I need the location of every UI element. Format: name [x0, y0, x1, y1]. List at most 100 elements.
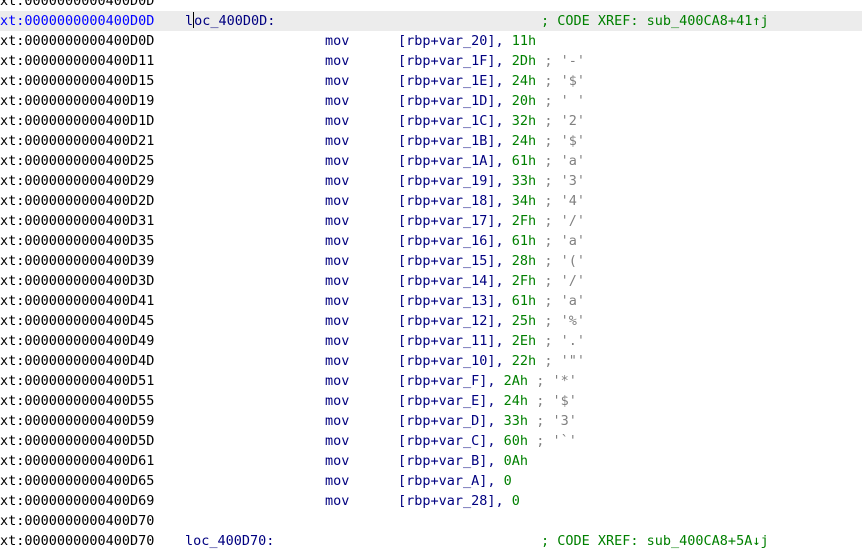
mnemonic[interactable]: mov: [325, 391, 349, 411]
memory-operand[interactable]: [rbp+var_17],: [398, 213, 512, 229]
address[interactable]: xt:0000000000400D0D: [0, 11, 154, 31]
mnemonic[interactable]: mov: [325, 91, 349, 111]
memory-operand[interactable]: [rbp+var_F],: [398, 373, 504, 389]
memory-operand[interactable]: [rbp+var_D],: [398, 413, 504, 429]
address[interactable]: xt:0000000000400D0D: [0, 31, 154, 51]
mnemonic[interactable]: mov: [325, 191, 349, 211]
instruction-line[interactable]: xt:0000000000400D41 mov [rbp+var_13], 61h …: [0, 291, 862, 311]
operands[interactable]: [rbp+var_1A], 61h ; 'a': [398, 151, 585, 171]
address[interactable]: xt:0000000000400D25: [0, 151, 154, 171]
address[interactable]: xt:0000000000400D35: [0, 231, 154, 251]
mnemonic[interactable]: mov: [325, 331, 349, 351]
instruction-line[interactable]: xt:0000000000400D4D mov [rbp+var_10], 22h …: [0, 351, 862, 371]
address[interactable]: xt:0000000000400D41: [0, 291, 154, 311]
mnemonic[interactable]: mov: [325, 111, 349, 131]
operands[interactable]: [rbp+var_11], 2Eh ; '.': [398, 331, 585, 351]
memory-operand[interactable]: [rbp+var_B],: [398, 453, 504, 469]
operands[interactable]: [rbp+var_F], 2Ah ; '*': [398, 371, 577, 391]
memory-operand[interactable]: [rbp+var_E],: [398, 393, 504, 409]
immediate-operand[interactable]: 2Eh: [512, 333, 536, 349]
instruction-line[interactable]: xt:0000000000400D65 mov [rbp+var_A], 0: [0, 471, 862, 491]
address[interactable]: xt:0000000000400D21: [0, 131, 154, 151]
address[interactable]: xt:0000000000400D39: [0, 251, 154, 271]
instruction-line[interactable]: xt:0000000000400D61 mov [rbp+var_B], 0Ah: [0, 451, 862, 471]
instruction-line[interactable]: xt:0000000000400D39 mov [rbp+var_15], 28h …: [0, 251, 862, 271]
instruction-line[interactable]: xt:0000000000400D3D mov [rbp+var_14], 2Fh …: [0, 271, 862, 291]
instruction-line[interactable]: xt:0000000000400D51 mov [rbp+var_F], 2Ah ;…: [0, 371, 862, 391]
instruction-line[interactable]: xt:0000000000400D45 mov [rbp+var_12], 25h …: [0, 311, 862, 331]
mnemonic[interactable]: mov: [325, 311, 349, 331]
instruction-line[interactable]: xt:0000000000400D15 mov [rbp+var_1E], 24h …: [0, 71, 862, 91]
operands[interactable]: [rbp+var_19], 33h ; '3': [398, 171, 585, 191]
address[interactable]: xt:0000000000400D29: [0, 171, 154, 191]
memory-operand[interactable]: [rbp+var_1D],: [398, 93, 512, 109]
address[interactable]: xt:0000000000400D11: [0, 51, 154, 71]
address[interactable]: xt:0000000000400D59: [0, 411, 154, 431]
mnemonic[interactable]: mov: [325, 431, 349, 451]
address[interactable]: xt:0000000000400D5D: [0, 431, 154, 451]
operands[interactable]: [rbp+var_14], 2Fh ; '/': [398, 271, 585, 291]
operands[interactable]: [rbp+var_17], 2Fh ; '/': [398, 211, 585, 231]
mnemonic[interactable]: mov: [325, 471, 349, 491]
operands[interactable]: [rbp+var_E], 24h ; '$': [398, 391, 577, 411]
immediate-operand[interactable]: 28h: [512, 253, 536, 269]
address[interactable]: xt:0000000000400D49: [0, 331, 154, 351]
address[interactable]: xt:0000000000400D55: [0, 391, 154, 411]
immediate-operand[interactable]: 33h: [512, 173, 536, 189]
instruction-line[interactable]: xt:0000000000400D49 mov [rbp+var_11], 2Eh …: [0, 331, 862, 351]
operands[interactable]: [rbp+var_13], 61h ; 'a': [398, 291, 585, 311]
address[interactable]: xt:0000000000400D70: [0, 531, 154, 551]
xref-comment[interactable]: ; CODE XREF: sub_400CA8+41↑j: [541, 11, 769, 31]
immediate-operand[interactable]: 60h: [504, 433, 528, 449]
instruction-line[interactable]: xt:0000000000400D19 mov [rbp+var_1D], 20h …: [0, 91, 862, 111]
operands[interactable]: [rbp+var_20], 11h: [398, 31, 536, 51]
address[interactable]: xt:0000000000400D3D: [0, 271, 154, 291]
operands[interactable]: [rbp+var_1D], 20h ; ' ': [398, 91, 585, 111]
instruction-line[interactable]: xt:0000000000400D25 mov [rbp+var_1A], 61h …: [0, 151, 862, 171]
label-line[interactable]: xt:0000000000400D0D loc_400D0D: ; CODE XRE…: [0, 11, 862, 31]
disassembly-listing[interactable]: xt:0000000000400D0D xt:0000000000400D0D lo…: [0, 0, 862, 551]
address[interactable]: xt:0000000000400D0D: [0, 0, 154, 11]
mnemonic[interactable]: mov: [325, 231, 349, 251]
address[interactable]: xt:0000000000400D1D: [0, 111, 154, 131]
operands[interactable]: [rbp+var_C], 60h ; '`': [398, 431, 577, 451]
instruction-line[interactable]: xt:0000000000400D5D mov [rbp+var_C], 60h ;…: [0, 431, 862, 451]
address-line[interactable]: xt:0000000000400D0D: [0, 0, 862, 11]
memory-operand[interactable]: [rbp+var_11],: [398, 333, 512, 349]
immediate-operand[interactable]: 32h: [512, 113, 536, 129]
instruction-line[interactable]: xt:0000000000400D2D mov [rbp+var_18], 34h …: [0, 191, 862, 211]
mnemonic[interactable]: mov: [325, 51, 349, 71]
operands[interactable]: [rbp+var_1C], 32h ; '2': [398, 111, 585, 131]
operands[interactable]: [rbp+var_15], 28h ; '(': [398, 251, 585, 271]
operands[interactable]: [rbp+var_1E], 24h ; '$': [398, 71, 585, 91]
memory-operand[interactable]: [rbp+var_19],: [398, 173, 512, 189]
mnemonic[interactable]: mov: [325, 251, 349, 271]
address[interactable]: xt:0000000000400D70: [0, 511, 154, 531]
mnemonic[interactable]: mov: [325, 451, 349, 471]
instruction-line[interactable]: xt:0000000000400D11 mov [rbp+var_1F], 2Dh …: [0, 51, 862, 71]
immediate-operand[interactable]: 2Dh: [512, 53, 536, 69]
immediate-operand[interactable]: 11h: [512, 33, 536, 49]
memory-operand[interactable]: [rbp+var_28],: [398, 493, 512, 509]
address[interactable]: xt:0000000000400D65: [0, 471, 154, 491]
mnemonic[interactable]: mov: [325, 371, 349, 391]
immediate-operand[interactable]: 61h: [512, 233, 536, 249]
memory-operand[interactable]: [rbp+var_1F],: [398, 53, 512, 69]
address[interactable]: xt:0000000000400D15: [0, 71, 154, 91]
instruction-line[interactable]: xt:0000000000400D0D mov [rbp+var_20], 11h: [0, 31, 862, 51]
operands[interactable]: [rbp+var_28], 0: [398, 491, 520, 511]
memory-operand[interactable]: [rbp+var_12],: [398, 313, 512, 329]
immediate-operand[interactable]: 25h: [512, 313, 536, 329]
instruction-line[interactable]: xt:0000000000400D1D mov [rbp+var_1C], 32h …: [0, 111, 862, 131]
mnemonic[interactable]: mov: [325, 491, 349, 511]
immediate-operand[interactable]: 61h: [512, 153, 536, 169]
code-label[interactable]: loc_400D0D:: [185, 11, 275, 31]
immediate-operand[interactable]: 24h: [512, 73, 536, 89]
immediate-operand[interactable]: 2Fh: [512, 213, 536, 229]
memory-operand[interactable]: [rbp+var_14],: [398, 273, 512, 289]
operands[interactable]: [rbp+var_A], 0: [398, 471, 512, 491]
address[interactable]: xt:0000000000400D61: [0, 451, 154, 471]
xref-comment[interactable]: ; CODE XREF: sub_400CA8+5A↓j: [541, 531, 769, 551]
operands[interactable]: [rbp+var_18], 34h ; '4': [398, 191, 585, 211]
memory-operand[interactable]: [rbp+var_1A],: [398, 153, 512, 169]
